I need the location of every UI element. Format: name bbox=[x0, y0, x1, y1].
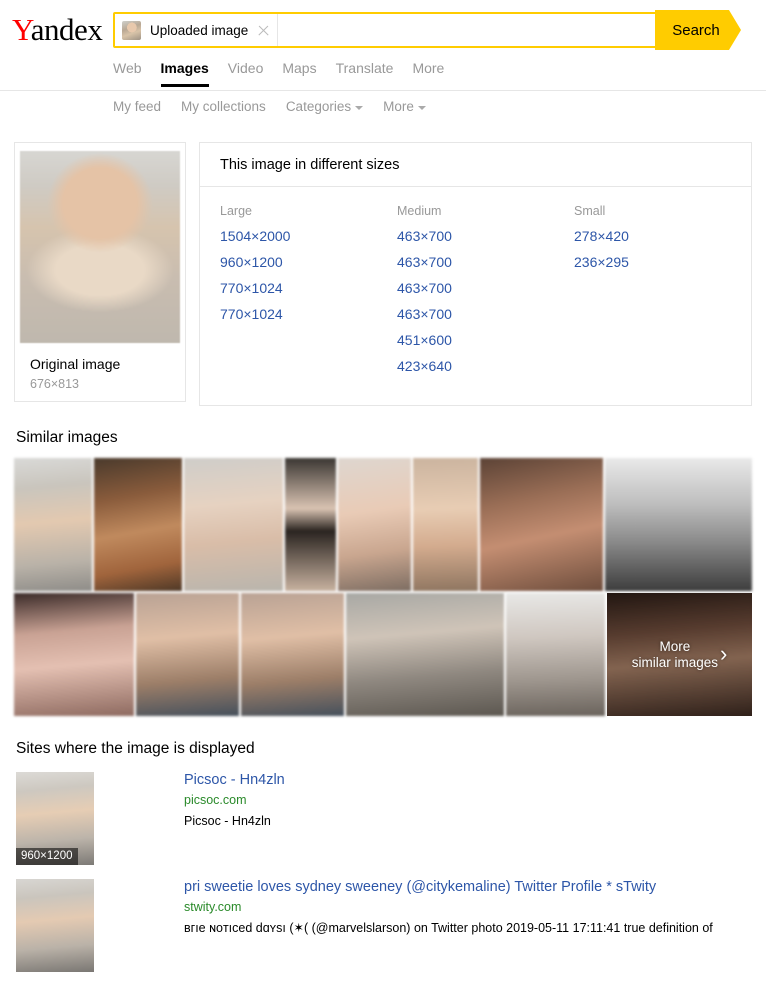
similar-image-10[interactable] bbox=[135, 593, 239, 716]
sizes-column-large: Large 1504×2000 960×1200 770×1024 770×1024 bbox=[220, 204, 397, 384]
size-link[interactable]: 451×600 bbox=[397, 332, 574, 348]
subnav-item-label: More bbox=[383, 99, 414, 114]
sizes-column-title: Medium bbox=[397, 204, 442, 218]
size-link[interactable]: 236×295 bbox=[574, 254, 751, 270]
similar-image-2[interactable] bbox=[93, 458, 182, 591]
site-thumbnail-2[interactable] bbox=[16, 879, 94, 972]
tab-images[interactable]: Images bbox=[160, 56, 210, 87]
site-result-url[interactable]: picsoc.com bbox=[184, 793, 285, 807]
chevron-down-icon bbox=[417, 105, 426, 110]
sizes-column-medium: Medium 463×700 463×700 463×700 463×700 451×60… bbox=[397, 204, 574, 384]
tab-video[interactable]: Video bbox=[228, 56, 264, 87]
subnav-item-label: My feed bbox=[113, 99, 162, 114]
search-bar: Uploaded image bbox=[113, 12, 716, 48]
similar-image-13[interactable] bbox=[505, 593, 606, 716]
similar-image-9[interactable] bbox=[14, 593, 134, 716]
size-link[interactable]: 1504×2000 bbox=[220, 228, 397, 244]
size-link[interactable]: 770×1024 bbox=[220, 306, 397, 322]
subnav-item-categories[interactable]: Categories bbox=[285, 99, 364, 114]
yandex-image-search-page: Yandex Uploaded image Search Web Images Vi… bbox=[0, 0, 766, 1001]
sizes-column-small: Small 278×420 236×295 bbox=[574, 204, 751, 384]
site-result-description: Picsoc - Hn4zln bbox=[184, 814, 271, 828]
tab-maps[interactable]: Maps bbox=[282, 56, 316, 87]
size-link[interactable]: 463×700 bbox=[397, 280, 574, 296]
site-result-body: Picsoc - Hn4zln picsoc.com Picsoc - Hn4zln bbox=[184, 772, 285, 865]
original-image-card[interactable]: Original image 676×813 bbox=[14, 142, 186, 402]
similar-image-1[interactable] bbox=[14, 458, 92, 591]
site-result-title-link[interactable]: Picsoc - Hn4zln bbox=[184, 772, 285, 788]
header: Yandex Uploaded image Search bbox=[0, 0, 766, 56]
image-size-badge: 960×1200 bbox=[16, 848, 78, 865]
site-thumbnail-1[interactable]: 960×1200 bbox=[16, 772, 94, 865]
sites-section-title: Sites where the image is displayed bbox=[16, 740, 255, 757]
uploaded-image-chip-label: Uploaded image bbox=[150, 22, 249, 38]
subnav-item-label: My collections bbox=[181, 99, 266, 114]
size-link[interactable]: 463×700 bbox=[397, 254, 574, 270]
similar-image-7[interactable] bbox=[479, 458, 604, 591]
similar-image-11[interactable] bbox=[240, 593, 344, 716]
sizes-column-title: Large bbox=[220, 204, 252, 218]
size-link[interactable]: 423×640 bbox=[397, 358, 574, 374]
size-link[interactable]: 960×1200 bbox=[220, 254, 397, 270]
search-input[interactable] bbox=[278, 14, 714, 46]
similar-image-8[interactable] bbox=[605, 458, 753, 591]
similar-images-grid: More similar images › bbox=[0, 458, 766, 716]
top-row: Original image 676×813 This image in dif… bbox=[0, 133, 766, 406]
size-link[interactable]: 463×700 bbox=[397, 228, 574, 244]
site-result-description: вгıе ɴoтıced dɑʏsı (✶( (@marvelslarson) … bbox=[184, 921, 713, 935]
site-result-body: pri sweetie loves sydney sweeney (@cityk… bbox=[184, 879, 713, 972]
main-content: Original image 676×813 This image in dif… bbox=[0, 133, 766, 972]
similar-images-title: Similar images bbox=[16, 429, 118, 446]
site-result-item: 960×1200 Picsoc - Hn4zln picsoc.com Picsoc … bbox=[0, 758, 766, 865]
subnav-item-my-collections[interactable]: My collections bbox=[181, 99, 266, 114]
tab-more[interactable]: More bbox=[412, 56, 444, 87]
size-link[interactable]: 278×420 bbox=[574, 228, 751, 244]
similar-image-12[interactable] bbox=[345, 593, 504, 716]
sizes-column-title: Small bbox=[574, 204, 606, 218]
chevron-right-icon: › bbox=[720, 640, 728, 666]
size-link[interactable]: 463×700 bbox=[397, 306, 574, 322]
subnav-item-my-feed[interactable]: My feed bbox=[113, 99, 161, 114]
secondary-nav: My feed My collections Categories More bbox=[113, 99, 426, 114]
similar-images-row-2: More similar images › bbox=[14, 593, 753, 716]
similar-image-3[interactable] bbox=[184, 458, 283, 591]
tab-translate[interactable]: Translate bbox=[336, 56, 394, 87]
size-link[interactable]: 770×1024 bbox=[220, 280, 397, 296]
similar-image-6[interactable] bbox=[412, 458, 478, 591]
sites-list: 960×1200 Picsoc - Hn4zln picsoc.com Picsoc … bbox=[0, 758, 766, 972]
original-image-thumbnail[interactable] bbox=[20, 151, 180, 343]
site-result-url[interactable]: stwity.com bbox=[184, 900, 713, 914]
chevron-down-icon bbox=[355, 105, 364, 110]
original-image-size: 676×813 bbox=[30, 377, 80, 391]
subnav-item-more[interactable]: More bbox=[383, 99, 426, 114]
original-image-title: Original image bbox=[30, 356, 121, 372]
similar-image-4[interactable] bbox=[284, 458, 337, 591]
site-result-item: pri sweetie loves sydney sweeney (@cityk… bbox=[0, 865, 766, 972]
subnav-item-label: Categories bbox=[285, 99, 352, 114]
logo-rest: andex bbox=[30, 12, 103, 47]
uploaded-image-thumbnail-icon bbox=[122, 20, 141, 40]
yandex-logo[interactable]: Yandex bbox=[12, 12, 103, 47]
primary-nav: Web Images Video Maps Translate More bbox=[0, 56, 766, 91]
more-similar-images-label: More similar images bbox=[631, 638, 719, 670]
logo-first-letter: Y bbox=[12, 12, 31, 47]
similar-image-5[interactable] bbox=[338, 458, 411, 591]
similar-image-14[interactable]: More similar images › bbox=[607, 593, 753, 716]
close-icon[interactable] bbox=[256, 23, 271, 38]
site-result-title-link[interactable]: pri sweetie loves sydney sweeney (@cityk… bbox=[184, 879, 713, 895]
search-button[interactable]: Search bbox=[655, 10, 741, 50]
image-sizes-card: This image in different sizes Large 1504×… bbox=[199, 142, 752, 406]
more-similar-images-button[interactable]: More similar images › bbox=[607, 593, 753, 716]
uploaded-image-chip[interactable]: Uploaded image bbox=[115, 14, 279, 46]
tab-web[interactable]: Web bbox=[113, 56, 142, 87]
similar-images-row-1 bbox=[14, 458, 753, 591]
image-sizes-heading: This image in different sizes bbox=[200, 143, 751, 187]
